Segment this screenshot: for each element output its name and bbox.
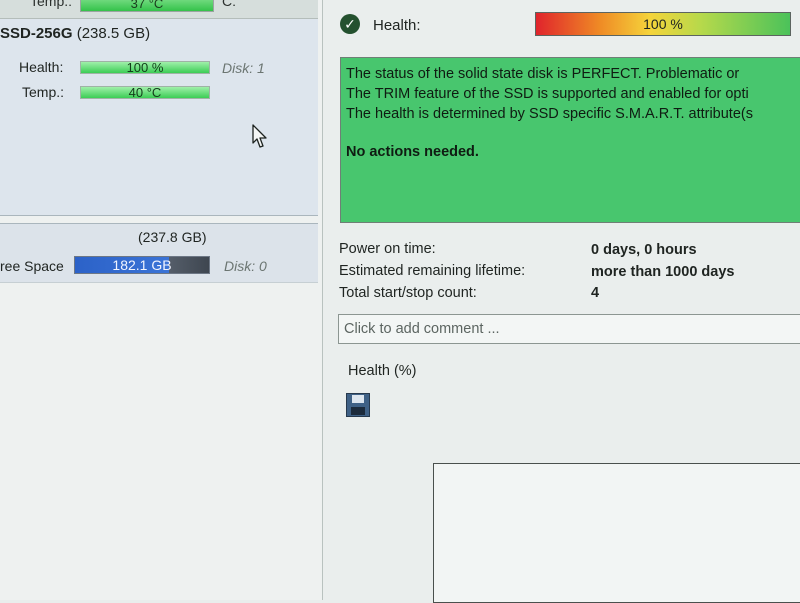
health-label: Health:	[19, 59, 64, 75]
remaining-lifetime-value: more than 1000 days	[591, 264, 735, 280]
disk-title: SSD-256G (238.5 GB)	[0, 25, 150, 42]
disk-list-pane: Temp.: 37 °C C: SSD-256G (238.5 GB) Heal…	[0, 0, 323, 600]
disk-size: (238.5 GB)	[76, 25, 151, 42]
free-space-bar: 182.1 GB	[74, 256, 210, 274]
disk-item-ssd[interactable]: SSD-256G (238.5 GB) Health: 100 % Disk: …	[0, 19, 318, 216]
disk-number-tag: Disk: 1	[222, 60, 265, 76]
graph-title: Health (%)	[348, 363, 417, 379]
checkmark-icon: ✓	[340, 14, 360, 34]
health-graph-area	[433, 463, 800, 603]
disk-number-tag: Disk: 0	[224, 258, 267, 274]
previous-disk-row[interactable]: Temp.: 37 °C C:	[0, 0, 318, 19]
health-bar: 100 %	[80, 61, 210, 74]
comment-field[interactable]: Click to add comment ...	[338, 314, 800, 344]
power-on-time-label: Power on time:	[339, 241, 436, 257]
temp-label: Temp.:	[30, 0, 73, 9]
save-icon[interactable]	[346, 393, 370, 417]
status-line: The TRIM feature of the SSD is supported…	[346, 86, 749, 102]
status-message-box: The status of the solid state disk is PE…	[340, 57, 800, 223]
start-stop-count-value: 4	[591, 285, 600, 301]
disk-item-disk0[interactable]: (237.8 GB) ree Space 182.1 GB Disk: 0	[0, 223, 318, 283]
temp-label: Temp.:	[22, 84, 65, 100]
health-gauge: 100 %	[535, 12, 791, 36]
status-line: The status of the solid state disk is PE…	[346, 66, 740, 82]
disk-details-pane: ✓ Health: 100 % The status of the solid …	[323, 0, 800, 603]
free-space-label: ree Space	[0, 258, 64, 274]
power-on-time-value: 0 days, 0 hours	[591, 242, 697, 258]
start-stop-count-label: Total start/stop count:	[339, 285, 477, 301]
temp-bar: 40 °C	[80, 86, 210, 99]
mouse-cursor-icon	[252, 124, 267, 148]
disk-size: (237.8 GB)	[138, 229, 207, 245]
health-label: Health:	[373, 17, 421, 34]
status-line: The health is determined by SSD specific…	[346, 106, 753, 122]
disk-name: SSD-256G	[0, 25, 73, 42]
temp-bar: 37 °C	[80, 0, 214, 12]
drive-letter: C:	[222, 0, 236, 9]
status-action: No actions needed.	[346, 144, 479, 160]
remaining-lifetime-label: Estimated remaining lifetime:	[339, 263, 526, 279]
